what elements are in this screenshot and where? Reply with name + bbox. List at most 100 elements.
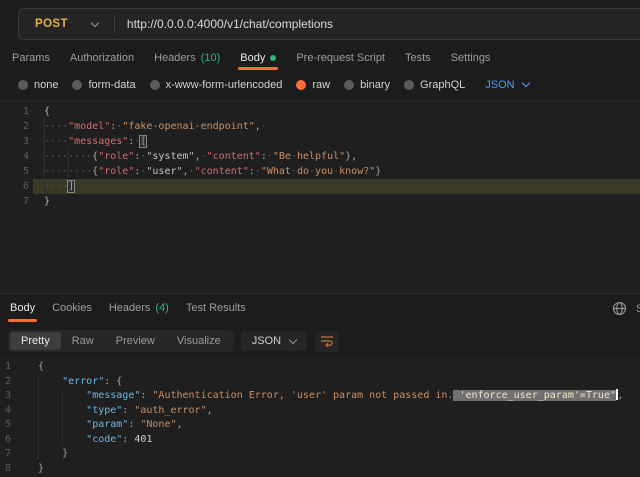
- response-format-dropdown[interactable]: JSON: [241, 331, 307, 351]
- view-mode-pretty[interactable]: Pretty: [10, 332, 61, 350]
- body-mode-graphql[interactable]: GraphQL: [404, 79, 465, 91]
- tab-label: Body: [10, 302, 35, 314]
- tab-label: Authorization: [70, 52, 134, 64]
- line-number: 5: [0, 418, 16, 433]
- line-number: 7: [0, 194, 33, 209]
- green-dot-icon: [270, 55, 276, 61]
- radio-icon: [404, 80, 414, 90]
- tab-label: Settings: [451, 52, 491, 64]
- line-number: 4: [0, 404, 16, 419]
- radio-icon: [344, 80, 354, 90]
- radio-icon: [150, 80, 160, 90]
- response-tab-test-results[interactable]: Test Results: [186, 294, 246, 322]
- indent-guide: [62, 389, 63, 446]
- code-line-1: 1{: [0, 104, 640, 119]
- request-tab-settings[interactable]: Settings: [451, 45, 491, 70]
- line-number: 1: [0, 104, 33, 119]
- line-number: 2: [0, 119, 33, 134]
- line-number: 5: [0, 164, 33, 179]
- line-number: 4: [0, 149, 33, 164]
- code-line-6: 6····]: [0, 179, 640, 194]
- line-number: 1: [0, 360, 16, 375]
- response-tab-body[interactable]: Body: [10, 294, 35, 322]
- tab-label: Cookies: [52, 302, 92, 314]
- response-tabs: Body Cookies Headers (4) Test Results: [0, 294, 640, 322]
- code-line-3: 3 "message": "Authentication Error, 'use…: [0, 389, 640, 404]
- view-mode-preview[interactable]: Preview: [105, 332, 166, 350]
- tab-label: Headers: [109, 302, 151, 314]
- mode-label: form-data: [88, 79, 135, 91]
- request-tab-body[interactable]: Body: [240, 45, 276, 70]
- tab-count-badge: (10): [201, 52, 221, 64]
- radio-icon: [72, 80, 82, 90]
- tab-label: Body: [240, 52, 265, 64]
- wrap-text-icon: [320, 335, 334, 347]
- tab-label: Pre-request Script: [296, 52, 385, 64]
- body-mode-binary[interactable]: binary: [344, 79, 390, 91]
- response-body-editor[interactable]: 1{2 "error": {3 "message": "Authenticati…: [0, 357, 640, 477]
- code-line-7: 7}: [0, 194, 640, 209]
- response-view-toolbar: PrettyRawPreviewVisualize JSON: [0, 329, 339, 353]
- postman-app: POST http://0.0.0.0:4000/v1/chat/complet…: [0, 0, 640, 477]
- mode-label: GraphQL: [420, 79, 465, 91]
- tab-label: Tests: [405, 52, 431, 64]
- view-mode-raw[interactable]: Raw: [61, 332, 105, 350]
- chevron-down-icon: [521, 79, 529, 87]
- line-number: 6: [0, 179, 33, 194]
- code-line-1: 1{: [0, 360, 640, 375]
- chevron-down-icon: [91, 18, 99, 26]
- raw-language-dropdown[interactable]: JSON: [485, 79, 528, 91]
- tab-label: Headers: [154, 52, 196, 64]
- code-line-2: 2 "error": {: [0, 375, 640, 390]
- code-line-8: 8}: [0, 462, 640, 477]
- mode-label: x-www-form-urlencoded: [166, 79, 283, 91]
- body-mode-none[interactable]: none: [18, 79, 58, 91]
- line-number: 3: [0, 134, 33, 149]
- body-mode-raw[interactable]: raw: [296, 79, 330, 91]
- line-number: 2: [0, 375, 16, 390]
- body-mode-row: none form-data x-www-form-urlencoded raw bin…: [0, 71, 529, 98]
- response-tab-headers[interactable]: Headers (4): [109, 294, 169, 322]
- code-line-5: 5········{"role":·"user",·"content":·"Wh…: [0, 164, 640, 179]
- view-mode-segmented-control: PrettyRawPreviewVisualize: [8, 330, 234, 352]
- mode-label: raw: [312, 79, 330, 91]
- response-format-label: JSON: [252, 335, 281, 347]
- url-input[interactable]: http://0.0.0.0:4000/v1/chat/completions: [115, 17, 333, 31]
- request-tab-authorization[interactable]: Authorization: [70, 45, 134, 70]
- tab-label: Params: [12, 52, 50, 64]
- raw-language-label: JSON: [485, 79, 514, 91]
- response-tab-cookies[interactable]: Cookies: [52, 294, 92, 322]
- request-tab-params[interactable]: Params: [12, 45, 50, 70]
- line-number: 8: [0, 462, 16, 477]
- chevron-down-icon: [289, 335, 297, 343]
- line-number: 3: [0, 389, 16, 404]
- request-body-editor[interactable]: 1{2····"model":·"fake-openai-endpoint",·…: [0, 100, 640, 293]
- code-line-4: 4········{"role":·"system",·"content":·"…: [0, 149, 640, 164]
- code-line-4: 4 "type": "auth_error",: [0, 404, 640, 419]
- line-number: 7: [0, 447, 16, 462]
- request-tab-headers[interactable]: Headers (10): [154, 45, 220, 70]
- method-selector[interactable]: POST: [19, 9, 114, 39]
- url-bar: POST http://0.0.0.0:4000/v1/chat/complet…: [18, 8, 640, 40]
- mode-label: binary: [360, 79, 390, 91]
- indent-guide: [68, 148, 69, 178]
- request-tabs: Params Authorization Headers (10) Body Pre-re…: [0, 45, 640, 70]
- globe-icon[interactable]: [612, 301, 627, 321]
- indent-guide: [38, 374, 39, 460]
- tab-label: Test Results: [186, 302, 246, 314]
- code-line-2: 2····"model":·"fake-openai-endpoint",·: [0, 119, 640, 134]
- radio-icon: [18, 80, 28, 90]
- body-mode-form-data[interactable]: form-data: [72, 79, 135, 91]
- line-number: 6: [0, 433, 16, 448]
- request-tab-pre-request-script[interactable]: Pre-request Script: [296, 45, 385, 70]
- wrap-text-button[interactable]: [315, 331, 339, 352]
- view-mode-visualize[interactable]: Visualize: [166, 332, 232, 350]
- tab-count-badge: (4): [155, 302, 168, 314]
- indent-guide: [44, 118, 45, 193]
- clipped-status-text: S: [636, 303, 640, 315]
- body-mode-x-www-form-urlencoded[interactable]: x-www-form-urlencoded: [150, 79, 283, 91]
- code-line-5: 5 "param": "None",: [0, 418, 640, 433]
- method-label: POST: [35, 18, 68, 30]
- code-line-3: 3····"messages":·[: [0, 134, 640, 149]
- request-tab-tests[interactable]: Tests: [405, 45, 431, 70]
